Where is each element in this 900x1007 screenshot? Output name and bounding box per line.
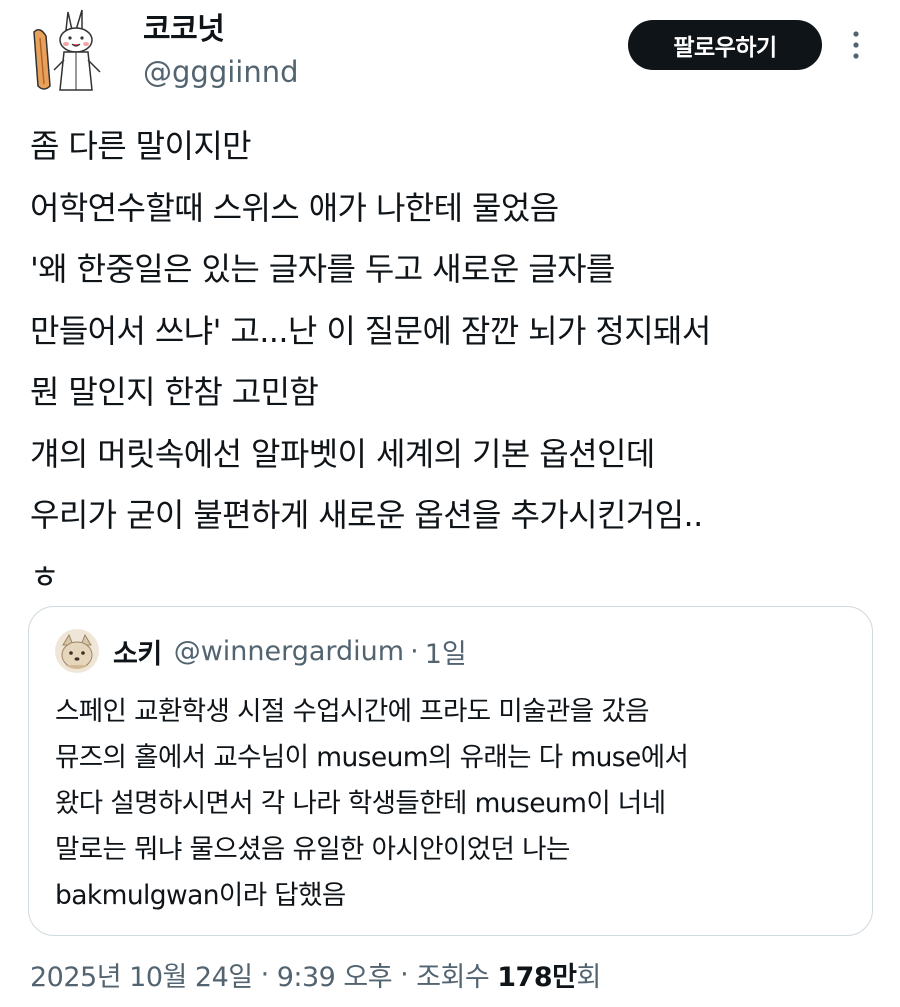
author-display-name[interactable]: 코코넛	[143, 10, 225, 50]
tweet-text: 좀 다른 말이지만 어학연수할때 스위스 애가 나한테 물었음 '왜 한중일은 …	[30, 116, 880, 608]
quote-line: 말로는 뭐냐 물으셨음 유일한 아시안이었던 나는	[55, 834, 570, 865]
quote-line: 스페인 교환학생 시절 수업시간에 프라도 미술관을 갔음	[55, 696, 649, 727]
meta-separator: ·	[400, 958, 409, 990]
views-count: 178만	[497, 961, 577, 993]
quote-author-avatar[interactable]	[55, 629, 99, 673]
tweet-meta: 2025년 10월 24일 · 9:39 오후 · 조회수 178만 회	[30, 952, 601, 996]
quote-line: 왔다 설명하시면서 각 나라 학생들한테 museum이 너네	[55, 788, 666, 819]
views-suffix: 회	[576, 961, 601, 993]
rabbit-doodle-avatar-icon	[33, 9, 101, 91]
quote-line: bakmulgwan이라 답했음	[55, 880, 346, 911]
tweet-line: 만들어서 쓰냐' 고...난 이 질문에 잠깐 뇌가 정지돼서	[30, 311, 711, 350]
meta-separator: ·	[260, 958, 270, 990]
quote-author-name[interactable]: 소키	[113, 632, 162, 671]
quote-header: 소키 @winnergardium · 1일	[113, 631, 467, 671]
tweet-line: 걔의 머릿속에선 알파벳이 세계의 기본 옵션인데	[30, 434, 655, 473]
views-label: 조회수	[416, 961, 490, 993]
author-handle[interactable]: @gggiinnd	[143, 52, 299, 92]
fox-avatar-icon	[55, 629, 99, 673]
tweet-line: 좀 다른 말이지만	[30, 127, 252, 165]
tweet-line: '왜 한중일은 있는 글자를 두고 새로운 글자를	[30, 250, 615, 288]
tweet-line: 뭔 말인지 한참 고민함	[30, 373, 319, 411]
quote-text: 스페인 교환학생 시절 수업시간에 프라도 미술관을 갔음 뮤즈의 홀에서 교수…	[55, 689, 855, 919]
quote-line: 뮤즈의 홀에서 교수님이 museum의 유래는 다 muse에서	[55, 742, 689, 773]
tweet-time[interactable]: 9:39 오후	[277, 955, 393, 994]
quote-timestamp[interactable]: 1일	[425, 632, 467, 671]
tweet-line: 어학연수할때 스위스 애가 나한테 물었음	[30, 188, 559, 227]
quoted-tweet-card[interactable]: 소키 @winnergardium · 1일 스페인 교환학생 시절 수업시간에…	[28, 606, 873, 936]
tweet-date[interactable]: 2025년 10월 24일	[30, 955, 253, 994]
quote-author-handle[interactable]: @winnergardium	[174, 636, 404, 667]
author-avatar[interactable]	[26, 6, 118, 98]
more-vertical-icon[interactable]	[846, 28, 866, 62]
tweet-line: ㅎ	[30, 557, 59, 596]
tweet-header: 코코넛 @gggiinnd 팔로우하기	[0, 0, 900, 110]
tweet-line: 우리가 굳이 불편하게 새로운 옵션을 추가시킨거임..	[30, 496, 703, 534]
follow-button[interactable]: 팔로우하기	[628, 20, 822, 70]
quote-separator: ·	[410, 635, 419, 667]
